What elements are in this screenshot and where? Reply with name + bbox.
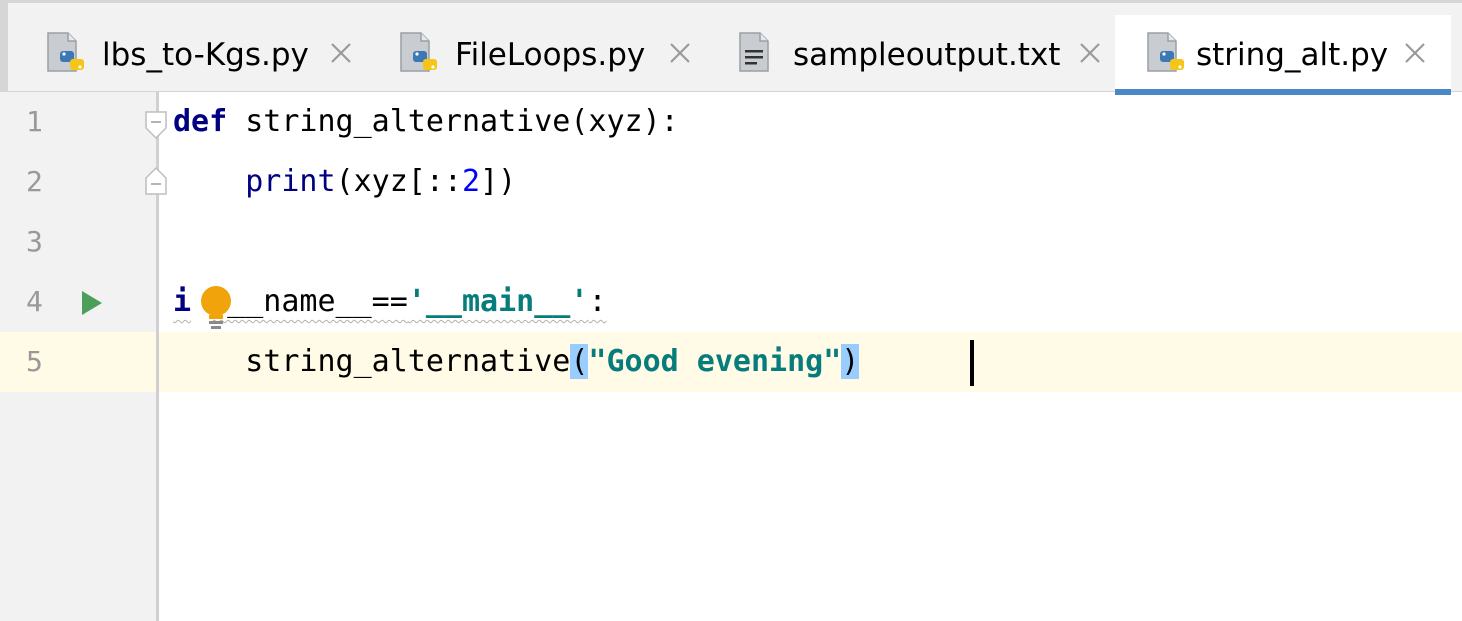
code-text: __name__== xyxy=(209,284,408,319)
code-line-2[interactable]: print(xyz[::2]) xyxy=(173,152,516,212)
lightbulb-icon[interactable] xyxy=(198,285,234,331)
run-icon[interactable] xyxy=(80,289,104,317)
code-line-5[interactable]: string_alternative("Good evening") xyxy=(173,332,860,392)
string-literal: "Good evening" xyxy=(588,344,842,379)
tab-fileloops[interactable]: FileLoops.py xyxy=(371,15,716,93)
tab-sampleoutput[interactable]: sampleoutput.txt xyxy=(710,15,1120,93)
line-number: 2 xyxy=(26,165,43,198)
matched-paren: ( xyxy=(570,344,589,379)
tab-label: sampleoutput.txt xyxy=(793,37,1061,73)
current-line-gutter-highlight xyxy=(0,332,156,392)
text-file-icon xyxy=(739,32,769,72)
number-literal: 2 xyxy=(462,164,481,199)
matched-paren: ) xyxy=(841,344,860,379)
line-number: 4 xyxy=(26,285,43,318)
close-tab-icon[interactable] xyxy=(668,41,692,65)
tab-label: FileLoops.py xyxy=(455,37,646,73)
line-number: 1 xyxy=(26,105,43,138)
code-line-4[interactable]: if __name__=='__main__': xyxy=(173,272,607,332)
function-call: string_alternative xyxy=(245,344,571,379)
code-text: : xyxy=(588,284,607,319)
text-caret xyxy=(970,340,974,386)
python-file-icon xyxy=(400,32,437,72)
keyword-def: def xyxy=(173,104,228,139)
tab-string-alt[interactable]: string_alt.py xyxy=(1115,15,1451,95)
editor-tab-bar: lbs_to-Kgs.py FileLoops.py sampleoutput.… xyxy=(0,0,1462,95)
line-number: 5 xyxy=(26,345,43,378)
tab-label: lbs_to-Kgs.py xyxy=(102,37,309,73)
line-number: 3 xyxy=(26,225,43,258)
code-line-1[interactable]: def string_alternative(xyz): xyxy=(173,92,679,152)
code-text: ]) xyxy=(480,164,517,199)
python-file-icon xyxy=(47,32,84,72)
string-literal: '__main__' xyxy=(407,284,589,319)
builtin-print: print xyxy=(245,164,336,199)
fold-start-icon[interactable] xyxy=(144,110,168,140)
fold-end-icon[interactable] xyxy=(144,166,168,196)
tab-lbs-to-kgs[interactable]: lbs_to-Kgs.py xyxy=(18,15,363,93)
code-text: string_alternative(xyz): xyxy=(227,104,679,139)
python-file-icon xyxy=(1147,32,1184,72)
close-tab-icon[interactable] xyxy=(329,41,353,65)
close-tab-icon[interactable] xyxy=(1078,41,1102,65)
tab-label: string_alt.py xyxy=(1196,37,1389,73)
code-text: (xyz[:: xyxy=(335,164,462,199)
close-tab-icon[interactable] xyxy=(1403,41,1427,65)
